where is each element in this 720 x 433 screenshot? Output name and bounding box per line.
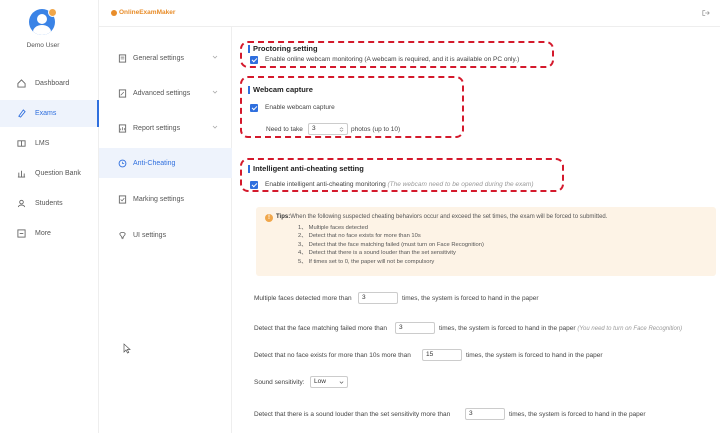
nav-item-label: More [35,230,51,237]
webcam-checkbox[interactable] [250,104,258,112]
chevron-down-icon [212,55,218,59]
nav-item-label: Dashboard [35,80,70,87]
photo-count-input[interactable]: 3 [308,123,348,135]
tips-item: 2、 Detect that no face exists for more t… [298,233,421,240]
general-settings-icon [117,53,127,63]
nav-item-dashboard[interactable]: Dashboard [0,70,99,97]
photo-count-prefix: Need to take [266,126,303,133]
settings-item-label: Anti-Cheating [133,159,176,167]
app-logo[interactable]: OnlineExamMaker [111,9,175,16]
no-face-suffix: times, the system is forced to hand in t… [466,352,603,359]
multiple-faces-input[interactable]: 3 [358,292,398,304]
face-match-suffix-text: times, the system is forced to hand in t… [439,325,576,332]
settings-item-report[interactable]: Report settings [99,113,232,143]
webcam-checkbox-label: Enable webcam capture [265,104,335,111]
face-match-suffix: times, the system is forced to hand in t… [439,325,682,332]
tips-box: ! Tips:When the following suspected chea… [256,207,716,276]
no-face-value: 15 [426,351,434,358]
sound-sensitivity-select[interactable]: Low [310,376,348,388]
settings-item-label: Advanced settings [133,89,191,97]
intelligent-checkbox-label: Enable intelligent anti-cheating monitor… [265,181,534,188]
nav-item-students[interactable]: Students [0,190,99,217]
mouse-cursor-icon [123,343,131,354]
marking-settings-icon [117,194,127,204]
webcam-title: Webcam capture [248,85,313,94]
nav-item-lms[interactable]: LMS [0,130,99,157]
tips-text: Tips:When the following suspected cheati… [276,214,607,220]
sound-sensitivity-value: Low [314,378,326,385]
tips-prefix: Tips: [276,214,291,220]
main-nav: Demo User Dashboard Exams LMS Question B… [0,0,99,433]
proctoring-checkbox-label: Enable online webcam monitoring (A webca… [265,56,520,63]
tips-item: 1、 Multiple faces detected [298,225,368,231]
settings-item-label: General settings [133,54,184,62]
photo-count-suffix: photos (up to 10) [351,126,401,133]
sound-prefix: Detect that there is a sound louder than… [254,411,451,418]
tips-item: 3、 Detect that the face matching failed … [298,241,484,248]
advanced-settings-icon [117,88,127,98]
nav-item-more[interactable]: More [0,220,99,247]
ui-settings-icon [117,230,127,240]
tips-body: When the following suspected cheating be… [290,214,608,220]
sound-input[interactable]: 3 [465,408,505,420]
logo-text: OnlineExamMaker [119,9,176,16]
settings-item-label: Marking settings [133,195,184,203]
anti-cheating-panel: Proctoring setting Enable online webcam … [232,27,720,433]
info-icon: ! [265,214,273,222]
tips-list: 1、 Multiple faces detected 2、 Detect tha… [298,224,484,266]
face-match-prefix: Detect that the face matching failed mor… [254,325,387,332]
proctoring-title: Proctoring setting [248,44,318,53]
nav-item-label: Exams [35,110,57,117]
face-match-value: 3 [399,324,403,331]
intelligent-title: Intelligent anti-cheating setting [248,164,364,173]
nav-item-label: LMS [35,140,50,147]
chevron-down-icon [212,90,218,94]
nav-item-label: Students [35,200,63,207]
no-face-prefix: Detect that no face exists for more than… [254,352,411,359]
tips-item: 4、 Detect that there is a sound louder t… [298,250,456,257]
multiple-faces-value: 3 [362,294,366,301]
nav-item-question-bank[interactable]: Question Bank [0,160,99,187]
question-bank-icon [16,169,26,179]
sound-sensitivity-label: Sound sensitivity: [254,379,305,386]
exam-icon [16,109,26,119]
multiple-faces-prefix: Multiple faces detected more than [254,295,352,302]
report-settings-icon [117,123,127,133]
multiple-faces-suffix: times, the system is forced to hand in t… [402,295,539,302]
nav-item-exams[interactable]: Exams [0,100,99,127]
settings-item-marking[interactable]: Marking settings [99,184,232,214]
face-match-hint: (You need to turn on Face Recognition) [577,326,683,332]
stepper-arrows-icon[interactable] [339,127,344,132]
settings-item-label: UI settings [133,231,167,239]
lms-icon [16,139,26,149]
sound-suffix: times, the system is forced to hand in t… [509,411,646,418]
dashboard-icon [16,79,26,89]
anti-cheating-icon [117,158,127,168]
top-bar: OnlineExamMaker [99,0,720,27]
more-icon [16,229,26,239]
sound-value: 3 [469,410,473,417]
exit-icon[interactable] [702,9,710,17]
logo-mark-icon [111,9,117,16]
intelligent-checkbox-text: Enable intelligent anti-cheating monitor… [265,181,386,188]
students-icon [16,199,26,209]
face-match-input[interactable]: 3 [395,322,435,334]
settings-item-advanced[interactable]: Advanced settings [99,78,232,108]
tips-item: 5、 If times set to 0, the paper will not… [298,258,435,265]
settings-item-ui[interactable]: UI settings [99,220,232,250]
photo-count-value: 3 [312,125,316,132]
chevron-down-icon [339,381,344,384]
username: Demo User [26,42,60,49]
avatar-badge-icon [48,8,57,17]
no-face-input[interactable]: 15 [422,349,462,361]
settings-menu: General settings Advanced settings Repor… [99,27,232,433]
intelligent-checkbox[interactable] [250,181,258,189]
settings-item-label: Report settings [133,124,181,132]
intelligent-checkbox-hint: (The webcam need to be opened during the… [387,181,534,188]
settings-item-anti-cheating[interactable]: Anti-Cheating [99,148,232,178]
settings-item-general[interactable]: General settings [99,43,232,73]
chevron-down-icon [212,125,218,129]
nav-item-label: Question Bank [35,170,81,177]
proctoring-checkbox[interactable] [250,56,258,64]
